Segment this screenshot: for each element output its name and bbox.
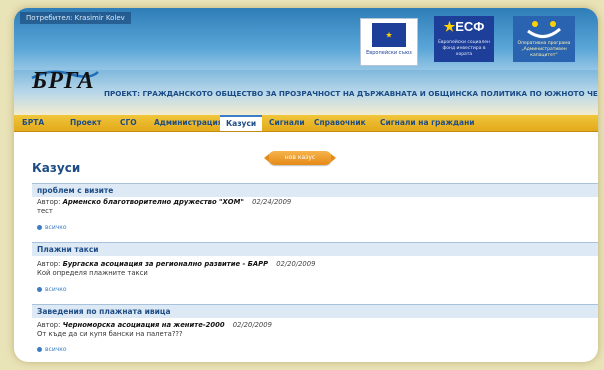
nav-item-citizen-signals[interactable]: Сигнали на граждани [380, 115, 475, 131]
nav-item-signals[interactable]: Сигнали [269, 115, 305, 131]
read-more-link[interactable]: всичко [37, 346, 67, 353]
op-caption: Оперативна програма „Административен кап… [517, 41, 571, 58]
project-title: ПРОЕКТ: ГРАЖДАНСКОТО ОБЩЕСТВО ЗА ПРОЗРАЧ… [104, 89, 598, 98]
case-date: 02/20/2009 [276, 260, 316, 268]
new-case-button[interactable]: нов казус [264, 151, 336, 165]
case-title[interactable]: проблем с визите [32, 183, 598, 197]
case-meta: Автор: Черноморска асоциация на жените-2… [37, 321, 272, 329]
nav-item-cases[interactable]: Казуси [220, 115, 263, 131]
esf-caption: Европейски социален фонд инвестира в хор… [438, 40, 490, 57]
case-title[interactable]: Плажни такси [32, 242, 598, 256]
bullet-icon [37, 225, 42, 230]
case-date: 02/24/2009 [252, 198, 292, 206]
read-more-link[interactable]: всичко [37, 224, 67, 231]
case-title[interactable]: Заведения по плажната ивица [32, 304, 598, 318]
author-prefix: Автор: [37, 260, 61, 268]
eu-logo[interactable]: ⋆ Европейски съюз [360, 18, 418, 66]
site-logo[interactable]: БРГА [32, 68, 95, 95]
page-frame: Потребител: Krasimir Kolev ⋆ Европейски … [14, 8, 598, 362]
bullet-icon [37, 347, 42, 352]
case-author: Бургаска асоциация за регионално развити… [62, 260, 269, 268]
read-more-link[interactable]: всичко [37, 286, 67, 293]
author-prefix: Автор: [37, 321, 61, 329]
nav-item-directory[interactable]: Справочник [314, 115, 366, 131]
esf-logo-text: ЕСФ [455, 19, 485, 34]
op-emblem-icon [527, 21, 561, 38]
eu-flag-icon: ⋆ [372, 23, 406, 47]
op-logo[interactable]: Оперативна програма „Административен кап… [513, 16, 575, 62]
eu-caption: Европейски съюз [366, 50, 412, 56]
current-user-label: Потребител: Krasimir Kolev [20, 12, 131, 24]
nav-item-brta[interactable]: БРТА [22, 115, 44, 131]
esf-logo[interactable]: ★ЕСФ Европейски социален фонд инвестира … [434, 16, 494, 62]
nav-item-project[interactable]: Проект [70, 115, 101, 131]
nav-item-administration[interactable]: Администрация [154, 115, 223, 131]
bullet-icon [37, 287, 42, 292]
case-text: От къде да си купя бански на палета??? [37, 330, 183, 338]
star-icon: ★ [443, 19, 456, 34]
case-meta: Автор: Бургаска асоциация за регионално … [37, 260, 315, 268]
case-author: Арменско благотворително дружество "ХОМ" [62, 198, 244, 206]
case-text: тест [37, 207, 53, 215]
case-author: Черноморска асоциация на жените-2000 [62, 321, 225, 329]
main-nav: БРТА Проект СГО Администрация Казуси Сиг… [14, 115, 598, 132]
case-meta: Автор: Арменско благотворително дружеств… [37, 198, 291, 206]
author-prefix: Автор: [37, 198, 61, 206]
case-date: 02/20/2009 [232, 321, 272, 329]
nav-item-sgo[interactable]: СГО [120, 115, 137, 131]
site-header: Потребител: Krasimir Kolev ⋆ Европейски … [14, 8, 598, 115]
page-title: Казуси [32, 161, 81, 175]
case-text: Кой определя плажните такси [37, 269, 148, 277]
